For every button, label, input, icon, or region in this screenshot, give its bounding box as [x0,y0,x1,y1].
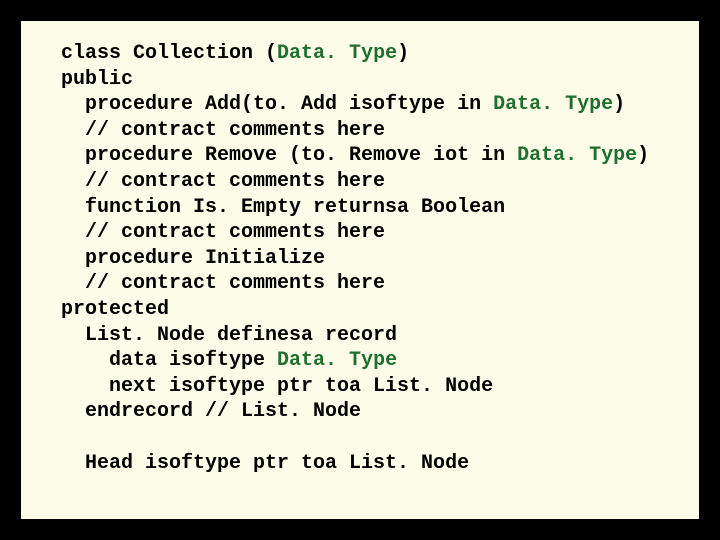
code-line: // contract comments here [61,170,385,193]
code-text: ) [613,93,625,116]
type-keyword: Data. Type [277,349,397,372]
code-line: endrecord // List. Node [61,400,361,423]
code-line: // contract comments here [61,119,385,142]
type-keyword: Data. Type [493,93,613,116]
code-text: ) [397,42,409,65]
code-line: data isoftype [61,349,277,372]
code-line: procedure Add(to. Add isoftype in [61,93,493,116]
code-line: public [61,68,133,91]
slide-frame: class Collection (Data. Type) public pro… [0,0,720,540]
type-keyword: Data. Type [517,144,637,167]
code-line: // contract comments here [61,221,385,244]
code-line: List. Node definesa record [61,324,397,347]
code-block: class Collection (Data. Type) public pro… [61,41,669,476]
code-line: procedure Initialize [61,247,325,270]
code-line: procedure Remove (to. Remove iot in [61,144,517,167]
code-line: Head isoftype ptr toa List. Node [61,452,469,475]
code-line: // contract comments here [61,272,385,295]
code-text: ) [637,144,649,167]
type-keyword: Data. Type [277,42,397,65]
code-line: class Collection ( [61,42,277,65]
code-line: function Is. Empty returnsa Boolean [61,196,505,219]
code-line: next isoftype ptr toa List. Node [61,375,493,398]
code-panel: class Collection (Data. Type) public pro… [18,18,702,522]
code-line: protected [61,298,169,321]
